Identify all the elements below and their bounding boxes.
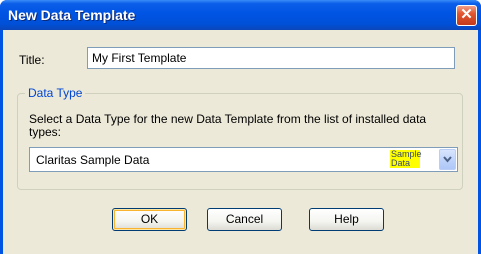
help-button[interactable]: Help — [309, 208, 384, 231]
cancel-button[interactable]: Cancel — [207, 208, 282, 231]
sample-data-badge: Sample Data — [390, 150, 422, 168]
title-input[interactable]: My First Template — [87, 47, 455, 69]
title-label: Title: — [19, 53, 45, 67]
data-type-description: Select a Data Type for the new Data Temp… — [29, 112, 427, 139]
dialog-body: Title: My First Template Data Type Selec… — [3, 30, 478, 254]
dialog-window: New Data Template ✕ Title: My First Temp… — [0, 0, 481, 254]
chevron-down-icon — [443, 156, 452, 163]
sample-badge-line2: Data — [391, 158, 411, 168]
window-title: New Data Template — [8, 7, 136, 23]
data-type-group — [17, 93, 463, 190]
close-icon: ✕ — [460, 6, 473, 23]
ok-button[interactable]: OK — [112, 208, 187, 231]
data-type-select[interactable]: Claritas Sample Data Sample Data — [29, 147, 458, 172]
title-bar[interactable]: New Data Template ✕ — [0, 0, 481, 30]
close-button[interactable]: ✕ — [456, 5, 477, 26]
data-type-group-label: Data Type — [25, 86, 86, 100]
dropdown-button[interactable] — [439, 149, 456, 170]
data-type-selected-value: Claritas Sample Data — [36, 153, 150, 167]
